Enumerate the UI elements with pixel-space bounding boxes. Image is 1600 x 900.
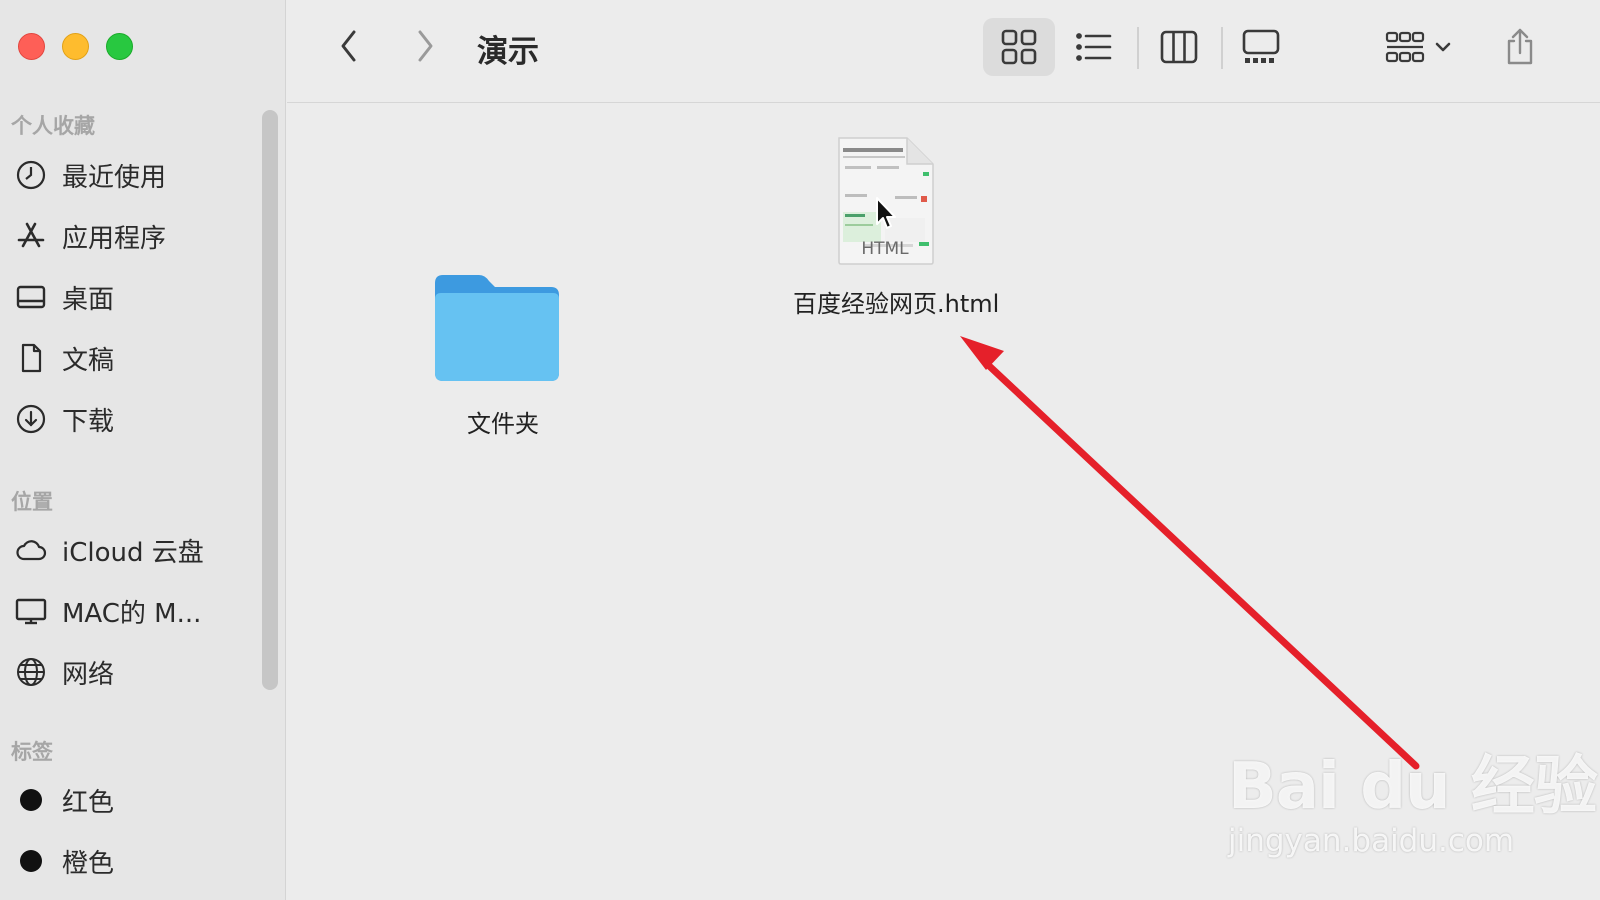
group-by-button[interactable] <box>1373 18 1463 76</box>
folder-icon <box>435 275 559 381</box>
column-view-button[interactable] <box>1145 18 1213 76</box>
sidebar-tag-orange[interactable]: 橙色 <box>14 838 254 884</box>
back-button[interactable] <box>329 24 369 68</box>
html-badge: HTML <box>861 239 909 259</box>
chevron-down-icon <box>1435 42 1451 52</box>
sidebar-item-applications[interactable]: 应用程序 <box>14 213 254 259</box>
sidebar: 个人收藏 最近使用 应用程序 桌面 文稿 下载 位置 iCloud 云盘 MAC… <box>0 0 286 900</box>
sidebar-item-label: 桌面 <box>62 284 115 315</box>
download-icon <box>14 402 48 436</box>
minimize-button[interactable] <box>62 33 89 60</box>
sidebar-item-label: iCloud 云盘 <box>62 537 204 568</box>
sidebar-item-desktop[interactable]: 桌面 <box>14 274 254 320</box>
zoom-button[interactable] <box>106 33 133 60</box>
sidebar-item-label: 红色 <box>62 787 115 818</box>
share-icon <box>1507 28 1533 65</box>
globe-icon <box>14 655 48 689</box>
sidebar-item-documents[interactable]: 文稿 <box>14 335 254 381</box>
sidebar-item-label: 文稿 <box>62 345 115 376</box>
grid-icon <box>1001 29 1037 65</box>
folder-item[interactable] <box>427 269 567 389</box>
close-button[interactable] <box>18 33 45 60</box>
chevron-left-icon <box>341 30 356 62</box>
sidebar-item-label: 下载 <box>62 406 115 437</box>
favorites-section-title: 个人收藏 <box>11 114 95 138</box>
app-store-icon <box>14 219 48 253</box>
mouse-cursor-icon <box>876 197 896 229</box>
sidebar-item-label: 最近使用 <box>62 162 167 193</box>
sidebar-scrollbar[interactable] <box>262 110 278 690</box>
chevron-right-icon <box>418 30 433 62</box>
forward-button[interactable] <box>405 24 445 68</box>
list-icon <box>1076 33 1112 61</box>
toolbar-divider <box>1221 27 1223 69</box>
locations-section-title: 位置 <box>11 490 53 514</box>
sidebar-tag-red[interactable]: 红色 <box>14 777 254 823</box>
share-button[interactable] <box>1492 18 1548 76</box>
watermark-main: Bai du 经验 <box>1228 750 1598 824</box>
sidebar-item-network[interactable]: 网络 <box>14 649 254 695</box>
tag-dot-icon <box>14 844 48 878</box>
grouping-icon <box>1385 31 1425 63</box>
toolbar-divider <box>1137 27 1139 69</box>
sidebar-item-label: 网络 <box>62 659 115 690</box>
gallery-icon <box>1242 29 1280 63</box>
list-view-button[interactable] <box>1059 18 1127 76</box>
baidu-watermark-logo: Bai du 经验 jingyan.baidu.com <box>1228 735 1598 859</box>
toolbar: 演示 <box>287 0 1600 103</box>
watermark-url: jingyan.baidu.com <box>1228 823 1515 859</box>
tags-section-title: 标签 <box>11 740 53 764</box>
gallery-view-button[interactable] <box>1227 18 1295 76</box>
sidebar-item-label: 橙色 <box>62 848 115 879</box>
window-title: 演示 <box>477 34 539 70</box>
window-controls <box>18 33 133 60</box>
columns-icon <box>1160 30 1198 64</box>
sidebar-item-downloads[interactable]: 下载 <box>14 396 254 442</box>
desktop-icon <box>14 280 48 314</box>
icon-view-button[interactable] <box>983 18 1055 76</box>
monitor-icon <box>14 594 48 628</box>
sidebar-item-label: MAC的 M... <box>62 598 202 629</box>
sidebar-item-recents[interactable]: 最近使用 <box>14 152 254 198</box>
sidebar-item-icloud[interactable]: iCloud 云盘 <box>14 527 254 573</box>
sidebar-item-label: 应用程序 <box>62 223 167 254</box>
file-name-label: 百度经验网页.html <box>793 290 1000 318</box>
file-name-label: 文件夹 <box>467 410 539 438</box>
tag-dot-icon <box>14 783 48 817</box>
document-icon <box>14 341 48 375</box>
cloud-icon <box>14 533 48 567</box>
sidebar-item-mac[interactable]: MAC的 M... <box>14 588 254 634</box>
html-file-item[interactable]: HTML <box>835 134 935 268</box>
clock-icon <box>14 158 48 192</box>
